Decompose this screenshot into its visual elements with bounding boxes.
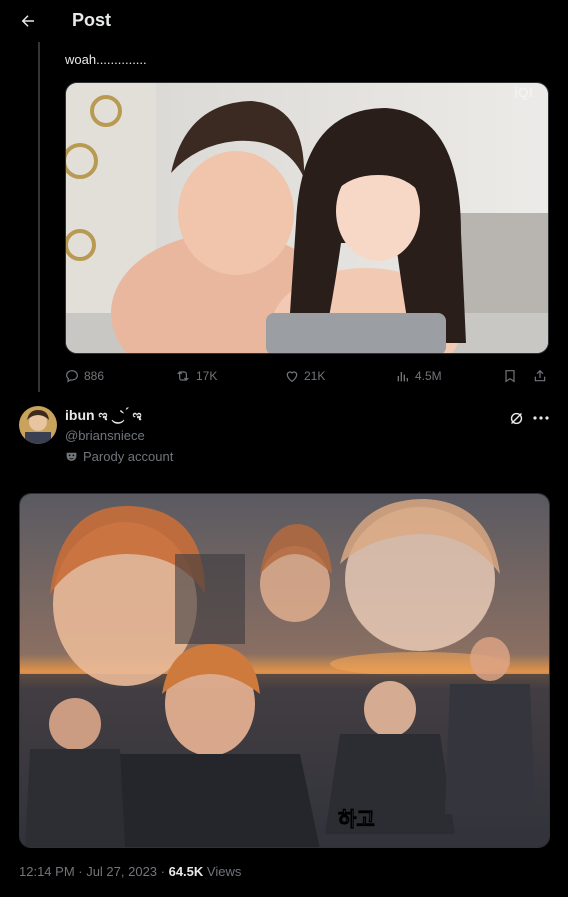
share-button[interactable]	[532, 364, 548, 388]
ellipsis-icon	[533, 416, 549, 420]
bar-chart-icon	[397, 372, 408, 382]
post-timestamp[interactable]: 12:14 PM · Jul 27, 2023 ·	[19, 864, 169, 879]
reply-button[interactable]: 886	[64, 364, 104, 388]
author-handle[interactable]: @briansniece	[65, 428, 145, 443]
reply-text: woah..............	[65, 52, 147, 67]
page-title: Post	[72, 10, 112, 30]
post-image[interactable]: 하고	[19, 493, 550, 848]
repost-button[interactable]: 17K	[174, 364, 217, 388]
grok-button[interactable]	[506, 408, 526, 428]
top-bar: Post	[0, 0, 568, 42]
views-count: 4.5M	[415, 369, 442, 383]
reply-count: 886	[84, 369, 105, 383]
share-icon	[534, 369, 546, 382]
like-count: 21K	[304, 369, 326, 383]
avatar[interactable]	[19, 406, 57, 444]
bookmark-icon	[505, 370, 515, 383]
mask-icon	[66, 452, 77, 461]
views-button[interactable]: 4.5M	[395, 364, 442, 388]
post-views-count: 64.5K	[168, 864, 204, 879]
heart-icon	[286, 371, 298, 383]
thread-connector-line	[38, 42, 40, 392]
grok-icon	[510, 412, 522, 424]
reply-actions-bar: 886 17K 21K 4.5M	[64, 364, 552, 388]
bookmark-button[interactable]	[502, 364, 518, 388]
arrow-left-icon	[21, 15, 34, 27]
speech-bubble-icon	[66, 370, 78, 383]
like-button[interactable]: 21K	[284, 364, 325, 388]
post-views-label: Views	[203, 864, 242, 879]
video-watermark: iQI	[514, 84, 533, 100]
parody-account-label: Parody account	[65, 449, 173, 464]
repost-icon	[177, 371, 189, 381]
post-metadata: 12:14 PM · Jul 27, 2023 · 64.5K Views	[19, 864, 241, 879]
repost-count: 17K	[196, 369, 218, 383]
more-options-button[interactable]	[530, 408, 552, 428]
back-button[interactable]	[14, 7, 42, 35]
parody-text: Parody account	[83, 449, 174, 464]
overlay-caption: 하고	[338, 807, 375, 831]
reply-image[interactable]: iQI	[65, 82, 549, 354]
author-name[interactable]: ibun ಇ ‿̀ ́ ಇ	[65, 407, 142, 424]
